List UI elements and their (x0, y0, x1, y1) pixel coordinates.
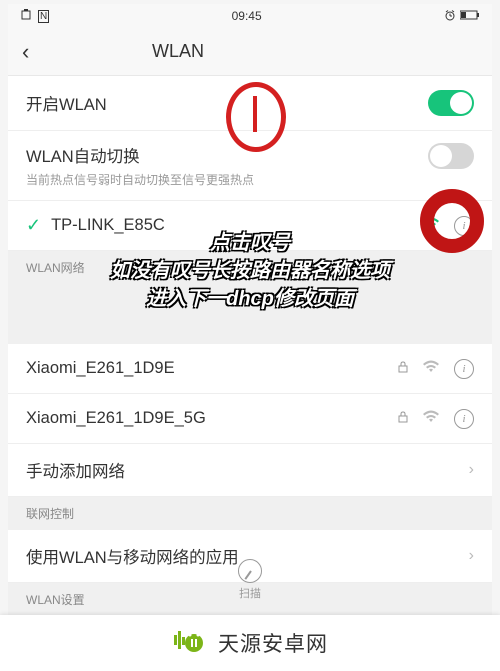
auto-switch-toggle[interactable] (428, 143, 474, 169)
alarm-icon (444, 9, 456, 24)
wlan-enable-row[interactable]: 开启WLAN (8, 76, 492, 131)
status-bar: N 09:45 (8, 4, 492, 28)
apps-using-label: 使用WLAN与移动网络的应用 (26, 544, 469, 568)
auto-switch-sub: 当前热点信号弱时自动切换至信号更强热点 (26, 171, 428, 188)
page-title: WLAN (52, 41, 478, 62)
section-control: 联网控制 (8, 497, 492, 530)
back-button[interactable]: ‹ (22, 39, 52, 65)
auto-switch-label: WLAN自动切换 (26, 143, 428, 167)
watermark-text: 天源安卓网 (218, 628, 328, 658)
header: ‹ WLAN (8, 28, 492, 76)
notification-icon-1 (20, 9, 32, 24)
lock-icon (398, 360, 408, 378)
wifi-signal-icon (422, 216, 440, 235)
network-row[interactable]: Xiaomi_E261_1D9E i (8, 344, 492, 394)
section-networks: WLAN网络 (8, 251, 492, 284)
section-settings: WLAN设置 (8, 583, 492, 616)
chevron-right-icon: › (469, 547, 474, 565)
chevron-right-icon: › (469, 461, 474, 479)
info-icon[interactable]: i (454, 359, 474, 379)
wifi-signal-icon (422, 359, 440, 378)
connected-network-row[interactable]: ✓ TP-LINK_E85C i (8, 201, 492, 251)
watermark: 天源安卓网 (0, 615, 500, 671)
manual-add-row[interactable]: 手动添加网络 › (8, 444, 492, 497)
wlan-enable-label: 开启WLAN (26, 91, 428, 115)
notification-icon-2: N (38, 10, 49, 23)
network-row[interactable]: Xiaomi_E261_1D9E_5G i (8, 394, 492, 444)
info-icon[interactable]: i (454, 216, 474, 236)
lock-icon (398, 410, 408, 428)
watermark-logo-icon (172, 625, 208, 661)
clock: 09:45 (232, 9, 262, 23)
manual-add-label: 手动添加网络 (26, 458, 469, 482)
check-icon: ✓ (26, 215, 41, 236)
wlan-toggle[interactable] (428, 90, 474, 116)
auto-switch-row[interactable]: WLAN自动切换 当前热点信号弱时自动切换至信号更强热点 (8, 131, 492, 201)
battery-icon (460, 10, 480, 23)
info-icon[interactable]: i (454, 409, 474, 429)
connected-network-name: TP-LINK_E85C (51, 216, 422, 235)
apps-using-row[interactable]: 使用WLAN与移动网络的应用 › (8, 530, 492, 583)
wifi-signal-icon (422, 409, 440, 428)
network-name: Xiaomi_E261_1D9E_5G (26, 409, 398, 428)
network-name: Xiaomi_E261_1D9E (26, 359, 398, 378)
